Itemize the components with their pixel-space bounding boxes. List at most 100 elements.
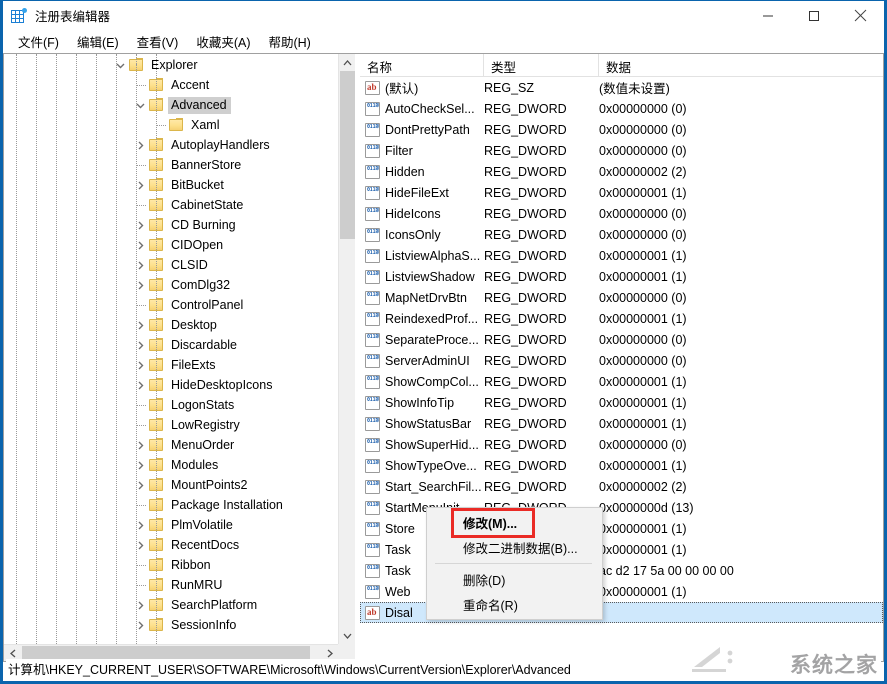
tree-item-ribbon[interactable]: Ribbon bbox=[4, 555, 338, 575]
tree-item-recentdocs[interactable]: RecentDocs bbox=[4, 535, 338, 555]
tree-scroll-thumb[interactable] bbox=[340, 71, 355, 239]
value-row[interactable]: IconsOnlyREG_DWORD0x00000000 (0) bbox=[360, 224, 883, 245]
tree-item-mountpoints2[interactable]: MountPoints2 bbox=[4, 475, 338, 495]
tree-item-autoplayhandlers[interactable]: AutoplayHandlers bbox=[4, 135, 338, 155]
chevron-right-icon[interactable] bbox=[132, 515, 148, 535]
chevron-right-icon[interactable] bbox=[132, 135, 148, 155]
value-row[interactable]: ShowCompCol...REG_DWORD0x00000001 (1) bbox=[360, 371, 883, 392]
tree-item-cd-burning[interactable]: CD Burning bbox=[4, 215, 338, 235]
value-row[interactable]: (默认)REG_SZ(数值未设置) bbox=[360, 77, 883, 98]
chevron-right-icon[interactable] bbox=[132, 215, 148, 235]
chevron-right-icon[interactable] bbox=[132, 275, 148, 295]
value-name-text: HideIcons bbox=[385, 207, 441, 221]
tree-item-runmru[interactable]: RunMRU bbox=[4, 575, 338, 595]
value-row[interactable]: HideIconsREG_DWORD0x00000000 (0) bbox=[360, 203, 883, 224]
chevron-right-icon[interactable] bbox=[132, 535, 148, 555]
tree-item-xaml[interactable]: Xaml bbox=[4, 115, 338, 135]
context-menu[interactable]: 修改(M)...修改二进制数据(B)... 删除(D)重命名(R) bbox=[426, 507, 603, 620]
tree-item-controlpanel[interactable]: ControlPanel bbox=[4, 295, 338, 315]
chevron-right-icon[interactable] bbox=[132, 435, 148, 455]
value-row[interactable]: MapNetDrvBtnREG_DWORD0x00000000 (0) bbox=[360, 287, 883, 308]
value-row[interactable]: FilterREG_DWORD0x00000000 (0) bbox=[360, 140, 883, 161]
tree-item-discardable[interactable]: Discardable bbox=[4, 335, 338, 355]
chevron-right-icon[interactable] bbox=[132, 375, 148, 395]
maximize-button[interactable] bbox=[791, 1, 837, 30]
menu-view[interactable]: 查看(V) bbox=[128, 30, 188, 53]
chevron-right-icon[interactable] bbox=[132, 355, 148, 375]
tree-item-explorer[interactable]: Explorer bbox=[4, 55, 338, 75]
value-row[interactable]: ReindexedProf...REG_DWORD0x00000001 (1) bbox=[360, 308, 883, 329]
value-row[interactable]: SeparateProce...REG_DWORD0x00000000 (0) bbox=[360, 329, 883, 350]
value-row[interactable]: ServerAdminUIREG_DWORD0x00000000 (0) bbox=[360, 350, 883, 371]
value-row[interactable]: ListviewAlphaS...REG_DWORD0x00000001 (1) bbox=[360, 245, 883, 266]
chevron-right-icon[interactable] bbox=[132, 235, 148, 255]
context-menu-item[interactable]: 删除(D) bbox=[427, 567, 602, 592]
menu-help[interactable]: 帮助(H) bbox=[259, 30, 319, 53]
minimize-button[interactable] bbox=[745, 1, 791, 30]
tree-item-accent[interactable]: Accent bbox=[4, 75, 338, 95]
value-row[interactable]: ShowStatusBarREG_DWORD0x00000001 (1) bbox=[360, 413, 883, 434]
tree-item-plmvolatile[interactable]: PlmVolatile bbox=[4, 515, 338, 535]
tree-item-label: CD Burning bbox=[168, 217, 240, 234]
close-button[interactable] bbox=[837, 1, 884, 30]
chevron-down-icon[interactable] bbox=[132, 95, 148, 115]
tree-item-lowregistry[interactable]: LowRegistry bbox=[4, 415, 338, 435]
menu-favorites[interactable]: 收藏夹(A) bbox=[187, 30, 259, 53]
tree-item-searchplatform[interactable]: SearchPlatform bbox=[4, 595, 338, 615]
tree-item-modules[interactable]: Modules bbox=[4, 455, 338, 475]
value-row[interactable]: ListviewShadowREG_DWORD0x00000001 (1) bbox=[360, 266, 883, 287]
tree-item-cabinetstate[interactable]: CabinetState bbox=[4, 195, 338, 215]
tree-item-hidedesktopicons[interactable]: HideDesktopIcons bbox=[4, 375, 338, 395]
tree-item-package-installation[interactable]: Package Installation bbox=[4, 495, 338, 515]
chevron-right-icon[interactable] bbox=[132, 315, 148, 335]
chevron-right-icon[interactable] bbox=[132, 475, 148, 495]
context-menu-item[interactable]: 修改二进制数据(B)... bbox=[427, 535, 602, 560]
column-header-data[interactable]: 数据 bbox=[599, 54, 883, 76]
value-row[interactable]: ShowSuperHid...REG_DWORD0x00000000 (0) bbox=[360, 434, 883, 455]
chevron-right-icon[interactable] bbox=[132, 335, 148, 355]
tree-item-clsid[interactable]: CLSID bbox=[4, 255, 338, 275]
registry-tree[interactable]: ExplorerAccentAdvancedXamlAutoplayHandle… bbox=[4, 54, 338, 635]
value-row[interactable]: Start_SearchFil...REG_DWORD0x00000002 (2… bbox=[360, 476, 883, 497]
dword-value-icon bbox=[365, 522, 380, 536]
tree-item-sessioninfo[interactable]: SessionInfo bbox=[4, 615, 338, 635]
tree-item-label: RunMRU bbox=[168, 577, 226, 594]
tree-item-fileexts[interactable]: FileExts bbox=[4, 355, 338, 375]
tree-item-advanced[interactable]: Advanced bbox=[4, 95, 338, 115]
tree-item-bannerstore[interactable]: BannerStore bbox=[4, 155, 338, 175]
dword-value-icon bbox=[365, 186, 380, 200]
column-header-name[interactable]: 名称 bbox=[360, 54, 484, 76]
tree-item-logonstats[interactable]: LogonStats bbox=[4, 395, 338, 415]
tree-vertical-scrollbar[interactable] bbox=[338, 54, 355, 644]
value-row[interactable]: ShowTypeOve...REG_DWORD0x00000001 (1) bbox=[360, 455, 883, 476]
tree-item-cidopen[interactable]: CIDOpen bbox=[4, 235, 338, 255]
chevron-down-icon[interactable] bbox=[112, 55, 128, 75]
context-menu-item[interactable]: 重命名(R) bbox=[427, 592, 602, 617]
value-row[interactable]: HiddenREG_DWORD0x00000002 (2) bbox=[360, 161, 883, 182]
chevron-right-icon[interactable] bbox=[132, 615, 148, 635]
chevron-right-icon[interactable] bbox=[132, 455, 148, 475]
column-header-type[interactable]: 类型 bbox=[484, 54, 599, 76]
chevron-right-icon[interactable] bbox=[132, 595, 148, 615]
value-row[interactable]: ShowInfoTipREG_DWORD0x00000001 (1) bbox=[360, 392, 883, 413]
tree-item-bitbucket[interactable]: BitBucket bbox=[4, 175, 338, 195]
registry-values-pane: 名称 类型 数据 (默认)REG_SZ(数值未设置)AutoCheckSel..… bbox=[360, 53, 884, 662]
value-row[interactable]: HideFileExtREG_DWORD0x00000001 (1) bbox=[360, 182, 883, 203]
value-data-cell: 0x00000001 (1) bbox=[599, 417, 883, 431]
menu-edit[interactable]: 编辑(E) bbox=[68, 30, 128, 53]
tree-item-desktop[interactable]: Desktop bbox=[4, 315, 338, 335]
chevron-right-icon[interactable] bbox=[132, 255, 148, 275]
value-name-cell: HideIcons bbox=[360, 207, 484, 221]
scroll-up-icon[interactable] bbox=[339, 54, 355, 71]
tree-item-comdlg32[interactable]: ComDlg32 bbox=[4, 275, 338, 295]
tree-item-label: SessionInfo bbox=[168, 617, 240, 634]
context-menu-item[interactable]: 修改(M)... bbox=[427, 510, 602, 535]
value-row[interactable]: AutoCheckSel...REG_DWORD0x00000000 (0) bbox=[360, 98, 883, 119]
menu-file[interactable]: 文件(F) bbox=[9, 30, 68, 53]
chevron-right-icon[interactable] bbox=[132, 175, 148, 195]
tree-item-menuorder[interactable]: MenuOrder bbox=[4, 435, 338, 455]
tree-item-label: Discardable bbox=[168, 337, 241, 354]
scroll-down-icon[interactable] bbox=[339, 627, 355, 644]
value-row[interactable]: DontPrettyPathREG_DWORD0x00000000 (0) bbox=[360, 119, 883, 140]
dword-value-icon bbox=[365, 585, 380, 599]
